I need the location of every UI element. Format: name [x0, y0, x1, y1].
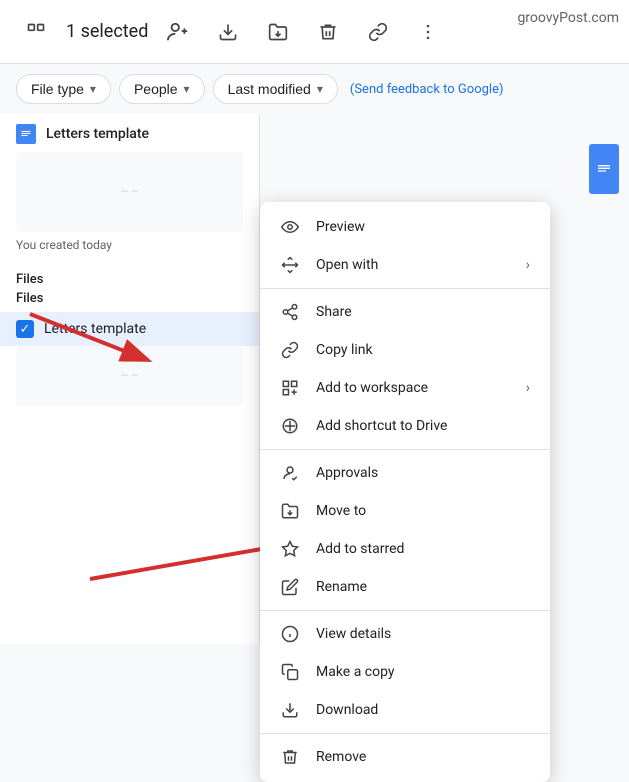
add-person-button[interactable]: [158, 12, 198, 52]
add-workspace-icon: [280, 379, 300, 397]
more-options-button[interactable]: [408, 12, 448, 52]
approvals-label: Approvals: [316, 465, 530, 481]
menu-item-add-starred[interactable]: Add to starred: [260, 530, 550, 568]
folder-move-button[interactable]: [258, 12, 298, 52]
menu-item-copy-link[interactable]: Copy link: [260, 331, 550, 369]
last-modified-label: Last modified: [228, 81, 311, 97]
file-preview: — —: [16, 152, 243, 232]
move-to-label: Move to: [316, 503, 530, 519]
context-menu: Preview Open with › Share: [260, 202, 550, 782]
copy-link-label: Copy link: [316, 342, 530, 358]
add-workspace-label: Add to workspace: [316, 380, 510, 396]
open-with-icon: [280, 256, 300, 274]
add-shortcut-icon: [280, 417, 300, 435]
share-icon: [280, 303, 300, 321]
download-button[interactable]: [208, 12, 248, 52]
view-details-label: View details: [316, 626, 530, 642]
star-icon: [280, 540, 300, 558]
approvals-icon: [280, 464, 300, 482]
menu-item-rename[interactable]: Rename: [260, 568, 550, 606]
right-panel-icon: [589, 144, 619, 194]
doc-icon: [16, 124, 36, 144]
people-filter[interactable]: People ▾: [119, 74, 205, 104]
file-type-filter[interactable]: File type ▾: [16, 74, 111, 104]
add-workspace-arrow-icon: ›: [526, 380, 530, 396]
divider-2: [260, 449, 550, 450]
rename-icon: [280, 578, 300, 596]
divider-1: [260, 288, 550, 289]
suggested-file-name: Letters template: [46, 126, 149, 142]
suggested-file-card[interactable]: Letters template — — You created today: [0, 114, 259, 262]
share-label: Share: [316, 304, 530, 320]
download-label: Download: [316, 702, 530, 718]
menu-item-view-details[interactable]: View details: [260, 615, 550, 653]
menu-item-make-copy[interactable]: Make a copy: [260, 653, 550, 691]
file-list: Letters template — — You created today F…: [0, 114, 260, 644]
filter-bar: File type ▾ People ▾ Last modified ▾ (Se…: [0, 64, 629, 114]
people-label: People: [134, 81, 178, 97]
menu-item-preview[interactable]: Preview: [260, 208, 550, 246]
preview-label: Preview: [316, 219, 530, 235]
download-icon: [280, 701, 300, 719]
remove-icon: [280, 748, 300, 766]
menu-item-approvals[interactable]: Approvals: [260, 454, 550, 492]
divider-4: [260, 733, 550, 734]
make-copy-label: Make a copy: [316, 664, 530, 680]
divider-3: [260, 610, 550, 611]
add-shortcut-label: Add shortcut to Drive: [316, 418, 530, 434]
copy-icon: [280, 663, 300, 681]
delete-button[interactable]: [308, 12, 348, 52]
files-section-label: Files: [0, 262, 259, 291]
add-starred-label: Add to starred: [316, 541, 530, 557]
check-icon: ✓: [20, 323, 31, 336]
open-with-arrow-icon: ›: [526, 257, 530, 273]
file-card-meta: You created today: [16, 238, 243, 252]
last-modified-arrow-icon: ▾: [317, 82, 323, 96]
rename-label: Rename: [316, 579, 530, 595]
file-type-label: File type: [31, 81, 84, 97]
menu-item-remove[interactable]: Remove: [260, 738, 550, 776]
menu-item-move-to[interactable]: Move to: [260, 492, 550, 530]
file-type-arrow-icon: ▾: [90, 82, 96, 96]
file-card-title: Letters template: [16, 124, 243, 144]
remove-label: Remove: [316, 749, 530, 765]
file-checkbox-checked[interactable]: ✓: [16, 320, 34, 338]
selected-count: 1 selected: [66, 21, 148, 42]
file-row-name: Letters template: [44, 321, 146, 337]
menu-item-share[interactable]: Share: [260, 293, 550, 331]
preview-icon: [280, 218, 300, 236]
last-modified-filter[interactable]: Last modified ▾: [213, 74, 338, 104]
menu-button[interactable]: [16, 12, 56, 52]
menu-item-open-with[interactable]: Open with ›: [260, 246, 550, 284]
move-to-icon: [280, 502, 300, 520]
open-with-label: Open with: [316, 257, 510, 273]
watermark: groovyPost.com: [517, 10, 619, 26]
menu-item-add-workspace[interactable]: Add to workspace ›: [260, 369, 550, 407]
toolbar: 1 selected: [0, 0, 629, 64]
people-arrow-icon: ▾: [184, 82, 190, 96]
feedback-link[interactable]: (Send feedback to Google): [350, 82, 504, 97]
menu-item-add-shortcut[interactable]: Add shortcut to Drive: [260, 407, 550, 445]
file-row-preview: — —: [16, 346, 243, 406]
file-row-selected[interactable]: ✓ Letters template: [0, 312, 259, 346]
copy-link-icon: [280, 341, 300, 359]
menu-item-download[interactable]: Download: [260, 691, 550, 729]
link-button[interactable]: [358, 12, 398, 52]
info-icon: [280, 625, 300, 643]
content-area: Letters template — — You created today F…: [0, 114, 629, 644]
